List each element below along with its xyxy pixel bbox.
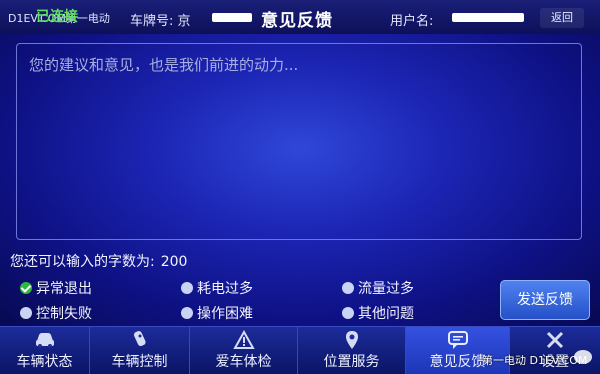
radio-icon [20,307,32,319]
option-other-issue[interactable]: 其他问题 [342,303,414,323]
radio-icon [181,282,193,294]
nav-label: 位置服务 [323,354,380,370]
char-counter-label: 您还可以输入的字数为: [10,254,155,270]
nav-car-checkup[interactable]: 爱车体检 [190,327,298,374]
warning-triangle-icon [232,330,255,349]
header-bar: D1EV.COM第一电动 已连接 车牌号: 京 意见反馈 用户名: 返回 [0,0,600,34]
tools-icon [546,331,564,349]
car-icon [35,333,54,348]
plate-label: 车牌号: 京 [130,14,191,29]
page-title: 意见反馈 [261,11,333,31]
nav-label: 车辆控制 [111,354,168,370]
chat-bubble-icon [447,331,468,349]
option-label: 其他问题 [358,306,414,322]
feedback-input[interactable] [16,43,582,240]
location-pin-icon [345,331,358,349]
char-counter-value: 200 [160,254,188,270]
option-abnormal-exit[interactable]: 异常退出 [20,278,92,298]
username-redaction [452,13,524,22]
nav-vehicle-control[interactable]: 车辆控制 [90,327,190,374]
key-fob-icon [133,331,146,347]
watermark-logo [574,350,592,364]
option-hard-to-operate[interactable]: 操作困难 [181,303,253,323]
username-label: 用户名: [390,14,434,29]
option-label: 异常退出 [36,281,92,297]
watermark-bottom: 第一电动 D1EV.COM [482,354,588,367]
radio-icon [181,307,193,319]
connection-status: 已连接 [36,9,78,25]
nav-vehicle-status[interactable]: 车辆状态 [0,327,90,374]
check-icon [20,282,32,294]
option-label: 流量过多 [358,281,414,297]
option-label: 操作困难 [197,306,253,322]
nav-label: 爱车体检 [215,354,272,370]
plate-redaction [212,13,252,22]
option-high-data-use[interactable]: 流量过多 [342,278,414,298]
radio-icon [342,307,354,319]
option-high-power-use[interactable]: 耗电过多 [181,278,253,298]
back-button[interactable]: 返回 [540,8,584,28]
radio-icon [342,282,354,294]
send-feedback-button[interactable]: 发送反馈 [500,280,590,320]
option-control-failure[interactable]: 控制失败 [20,303,92,323]
nav-location-service[interactable]: 位置服务 [298,327,406,374]
option-label: 耗电过多 [197,281,253,297]
char-counter: 您还可以输入的字数为: 200 [10,251,187,271]
nav-label: 车辆状态 [16,354,73,370]
option-label: 控制失败 [36,306,92,322]
